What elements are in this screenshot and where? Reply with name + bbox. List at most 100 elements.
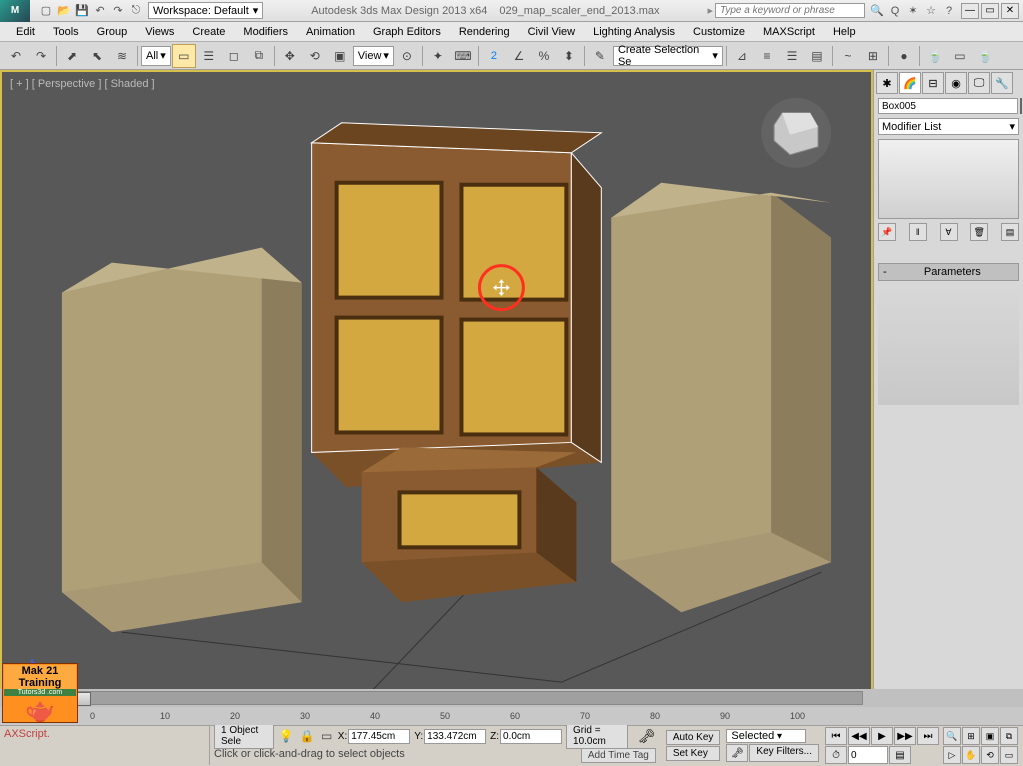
key-filters-button[interactable]: Key Filters... [749, 744, 819, 762]
modifier-list-dropdown[interactable]: Modifier List ▾ [878, 118, 1019, 135]
layers-button[interactable]: ☰ [780, 44, 804, 68]
undo-icon[interactable]: ↶ [92, 3, 108, 19]
save-icon[interactable]: 💾 [74, 3, 90, 19]
menu-help[interactable]: Help [825, 24, 864, 40]
menu-group[interactable]: Group [89, 24, 136, 40]
modifier-stack[interactable] [878, 139, 1019, 219]
z-input[interactable] [500, 729, 562, 744]
add-time-tag-button[interactable]: Add Time Tag [581, 748, 656, 763]
current-frame-input[interactable] [848, 746, 888, 764]
lock-selection-button[interactable]: 💡 [278, 727, 295, 745]
play-animation-button[interactable]: ▶ [871, 727, 893, 745]
configure-sets-button[interactable]: ▤ [1001, 223, 1019, 241]
time-slider[interactable]: 0 / 100 [0, 689, 1023, 707]
create-tab[interactable]: ✱ [876, 72, 898, 94]
material-editor-button[interactable]: ● [892, 44, 916, 68]
angle-snap-button[interactable]: ∠ [507, 44, 531, 68]
key-mode-toggle-button[interactable]: ▤ [889, 746, 911, 764]
max-viewport-button[interactable]: ▭ [1000, 746, 1018, 764]
render-setup-button[interactable]: 🍵 [923, 44, 947, 68]
menu-rendering[interactable]: Rendering [451, 24, 518, 40]
help-icon[interactable]: ? [941, 3, 957, 19]
keyboard-shortcut-button[interactable]: ⌨ [451, 44, 475, 68]
selection-filter-dropdown[interactable]: All▾ [141, 46, 171, 66]
link-icon[interactable]: ⎋ [128, 3, 144, 19]
menu-edit[interactable]: Edit [8, 24, 43, 40]
help-search-input[interactable] [715, 3, 865, 18]
menu-graph-editors[interactable]: Graph Editors [365, 24, 449, 40]
display-tab[interactable]: 🖵 [968, 72, 990, 94]
y-input[interactable] [424, 729, 486, 744]
object-color-swatch[interactable] [1020, 98, 1022, 114]
snap-toggle-button[interactable]: 2 [482, 44, 506, 68]
show-end-result-button[interactable]: ‖ [909, 223, 927, 241]
menu-animation[interactable]: Animation [298, 24, 363, 40]
viewport-container[interactable]: [ + ] [ Perspective ] [ Shaded ] [0, 70, 873, 715]
percent-snap-button[interactable]: % [532, 44, 556, 68]
make-unique-button[interactable]: ∀ [940, 223, 958, 241]
redo-icon[interactable]: ↷ [110, 3, 126, 19]
prev-frame-button[interactable]: ◀◀ [848, 727, 870, 745]
timeline-ruler[interactable]: 0 10 20 30 40 50 60 70 80 90 100 [0, 707, 1023, 725]
zoom-extents-all-button[interactable]: ⧉ [1000, 727, 1018, 745]
zoom-button[interactable]: 🔍 [943, 727, 961, 745]
viewport-label[interactable]: [ + ] [ Perspective ] [ Shaded ] [10, 78, 155, 90]
goto-start-button[interactable]: ⏮ [825, 727, 847, 745]
menu-views[interactable]: Views [137, 24, 182, 40]
menu-maxscript[interactable]: MAXScript [755, 24, 823, 40]
bind-spacewarp-button[interactable]: ≋ [110, 44, 134, 68]
favorite-icon[interactable]: ☆ [923, 3, 939, 19]
goto-end-button[interactable]: ⏭ [917, 727, 939, 745]
manipulate-button[interactable]: ✦ [426, 44, 450, 68]
redo-button[interactable]: ↷ [29, 44, 53, 68]
render-button[interactable]: 🍵 [973, 44, 997, 68]
utilities-tab[interactable]: 🔧 [991, 72, 1013, 94]
new-icon[interactable]: ▢ [38, 3, 54, 19]
zoom-all-button[interactable]: ⊞ [962, 727, 980, 745]
rendered-frame-button[interactable]: ▭ [948, 44, 972, 68]
set-key-button[interactable]: Set Key [666, 746, 721, 761]
select-scale-button[interactable]: ▣ [328, 44, 352, 68]
schematic-view-button[interactable]: ⊞ [861, 44, 885, 68]
pin-stack-button[interactable]: 📌 [878, 223, 896, 241]
slider-track[interactable]: 0 / 100 [30, 691, 863, 705]
pivot-center-button[interactable]: ⊙ [395, 44, 419, 68]
menu-tools[interactable]: Tools [45, 24, 87, 40]
key-icon[interactable]: 🗝 [638, 728, 656, 745]
open-icon[interactable]: 📂 [56, 3, 72, 19]
time-config-button[interactable]: ⏱ [825, 746, 847, 764]
viewport-3d[interactable] [2, 72, 871, 713]
align-button[interactable]: ≡ [755, 44, 779, 68]
viewcube[interactable] [761, 98, 831, 168]
minimize-button[interactable]: — [961, 3, 979, 19]
undo-button[interactable]: ↶ [4, 44, 28, 68]
close-button[interactable]: ✕ [1001, 3, 1019, 19]
mirror-button[interactable]: ⊿ [730, 44, 754, 68]
unlink-button[interactable]: ⬉ [85, 44, 109, 68]
isolate-button[interactable]: ▭ [320, 727, 334, 745]
x-input[interactable] [348, 729, 410, 744]
select-region-button[interactable]: ◻ [222, 44, 246, 68]
parameters-rollout-header[interactable]: - Parameters [878, 263, 1019, 281]
menu-create[interactable]: Create [184, 24, 233, 40]
object-name-input[interactable] [878, 98, 1018, 114]
spinner-snap-button[interactable]: ⬍ [557, 44, 581, 68]
workspace-selector[interactable]: Workspace: Default ▾ [148, 2, 263, 19]
hierarchy-tab[interactable]: ⊟ [922, 72, 944, 94]
binoculars-icon[interactable]: 🔍 [869, 3, 885, 19]
menu-civil-view[interactable]: Civil View [520, 24, 583, 40]
fov-button[interactable]: ▷ [943, 746, 961, 764]
modify-tab[interactable]: 🌈 [899, 72, 921, 94]
select-by-name-button[interactable]: ☰ [197, 44, 221, 68]
lock-icon[interactable]: 🔒 [299, 727, 316, 745]
key-mode-dropdown[interactable]: Selected ▾ [726, 729, 806, 743]
remove-modifier-button[interactable]: 🗑 [970, 223, 988, 241]
listener-area[interactable]: AXScript. [0, 726, 210, 765]
comm-center-icon[interactable]: Q [887, 3, 903, 19]
auto-key-button[interactable]: Auto Key [666, 730, 721, 745]
named-sel-edit-button[interactable]: ✎ [588, 44, 612, 68]
select-move-button[interactable]: ✥ [278, 44, 302, 68]
named-selection-dropdown[interactable]: Create Selection Se▾ [613, 46, 723, 66]
set-keys-button[interactable]: 🗝 [726, 744, 748, 762]
zoom-extents-button[interactable]: ▣ [981, 727, 999, 745]
